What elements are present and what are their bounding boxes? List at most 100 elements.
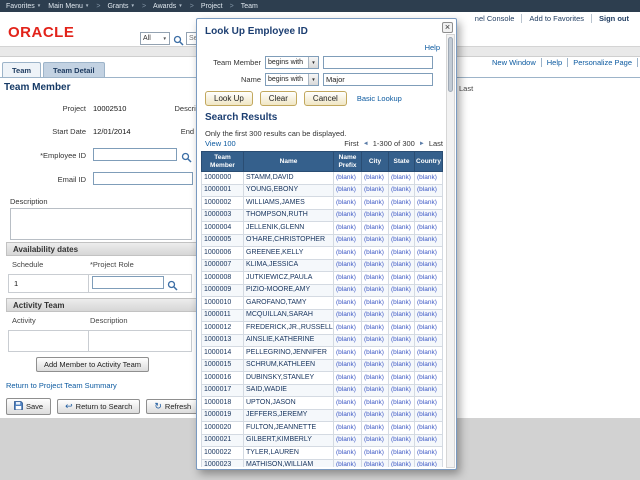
result-blank-cell[interactable]: (blank) — [334, 184, 362, 197]
breadcrumb-item[interactable]: Grants▼ — [107, 3, 134, 10]
refresh-button[interactable]: ↻ Refresh — [146, 399, 199, 414]
employee-id-lookup-icon[interactable] — [181, 150, 192, 168]
result-blank-cell[interactable]: (blank) — [334, 359, 362, 372]
page-pagination-last[interactable]: Last — [459, 84, 473, 93]
result-id-cell[interactable]: 1000023 — [202, 459, 244, 467]
result-blank-cell[interactable]: (blank) — [334, 247, 362, 260]
result-id-cell[interactable]: 1000012 — [202, 322, 244, 335]
result-blank-cell[interactable]: (blank) — [415, 459, 443, 467]
result-blank-cell[interactable]: (blank) — [362, 359, 389, 372]
result-blank-cell[interactable]: (blank) — [362, 459, 389, 467]
result-id-cell[interactable]: 1000011 — [202, 309, 244, 322]
help-link[interactable]: Help — [425, 43, 440, 52]
result-blank-cell[interactable]: (blank) — [362, 372, 389, 385]
result-blank-cell[interactable]: (blank) — [415, 384, 443, 397]
result-blank-cell[interactable]: (blank) — [389, 259, 415, 272]
view-100-link[interactable]: View 100 — [205, 139, 236, 148]
result-id-cell[interactable]: 1000003 — [202, 209, 244, 222]
result-id-cell[interactable]: 1000004 — [202, 222, 244, 235]
result-blank-cell[interactable]: (blank) — [415, 197, 443, 210]
pagebar-link[interactable]: New Window — [487, 58, 542, 67]
result-blank-cell[interactable]: (blank) — [362, 222, 389, 235]
column-header-name[interactable]: Name — [244, 152, 334, 172]
result-blank-cell[interactable]: (blank) — [389, 434, 415, 447]
result-blank-cell[interactable]: (blank) — [334, 447, 362, 460]
result-blank-cell[interactable]: (blank) — [389, 447, 415, 460]
result-blank-cell[interactable]: (blank) — [334, 222, 362, 235]
result-blank-cell[interactable]: (blank) — [415, 309, 443, 322]
last-link[interactable]: Last — [429, 139, 443, 148]
pagebar-link[interactable]: Help — [542, 58, 568, 67]
result-blank-cell[interactable]: (blank) — [362, 247, 389, 260]
result-name-cell[interactable]: YOUNG,EBONY — [244, 184, 334, 197]
result-blank-cell[interactable]: (blank) — [362, 384, 389, 397]
employee-id-input[interactable] — [93, 148, 177, 161]
column-header-country[interactable]: Country — [415, 152, 443, 172]
header-link[interactable]: Add to Favorites — [521, 14, 591, 23]
result-name-cell[interactable]: SCHRUM,KATHLEEN — [244, 359, 334, 372]
result-blank-cell[interactable]: (blank) — [334, 172, 362, 185]
result-blank-cell[interactable]: (blank) — [415, 334, 443, 347]
result-name-cell[interactable]: KLIMA,JESSICA — [244, 259, 334, 272]
result-blank-cell[interactable]: (blank) — [334, 322, 362, 335]
result-name-cell[interactable]: GAROFANO,TAMY — [244, 297, 334, 310]
result-id-cell[interactable]: 1000010 — [202, 297, 244, 310]
result-name-cell[interactable]: TYLER,LAUREN — [244, 447, 334, 460]
tab-team-detail[interactable]: Team Detail — [43, 62, 105, 78]
result-blank-cell[interactable]: (blank) — [415, 184, 443, 197]
result-blank-cell[interactable]: (blank) — [334, 459, 362, 467]
project-role-lookup-icon[interactable] — [167, 278, 178, 296]
result-blank-cell[interactable]: (blank) — [415, 247, 443, 260]
result-blank-cell[interactable]: (blank) — [389, 334, 415, 347]
result-name-cell[interactable]: JELLENIK,GLENN — [244, 222, 334, 235]
breadcrumb-item[interactable]: Team — [241, 3, 258, 10]
result-blank-cell[interactable]: (blank) — [415, 434, 443, 447]
result-blank-cell[interactable]: (blank) — [389, 184, 415, 197]
result-id-cell[interactable]: 1000001 — [202, 184, 244, 197]
first-link[interactable]: First — [344, 139, 359, 148]
result-id-cell[interactable]: 1000015 — [202, 359, 244, 372]
result-blank-cell[interactable]: (blank) — [334, 197, 362, 210]
result-blank-cell[interactable]: (blank) — [415, 347, 443, 360]
breadcrumb-item[interactable]: Project — [201, 3, 223, 10]
result-blank-cell[interactable]: (blank) — [415, 359, 443, 372]
result-name-cell[interactable]: WILLIAMS,JAMES — [244, 197, 334, 210]
result-id-cell[interactable]: 1000013 — [202, 334, 244, 347]
result-blank-cell[interactable]: (blank) — [334, 234, 362, 247]
result-name-cell[interactable]: PIZIO-MOORE,AMY — [244, 284, 334, 297]
result-id-cell[interactable]: 1000016 — [202, 372, 244, 385]
result-blank-cell[interactable]: (blank) — [389, 247, 415, 260]
result-blank-cell[interactable]: (blank) — [362, 409, 389, 422]
result-blank-cell[interactable]: (blank) — [362, 322, 389, 335]
result-blank-cell[interactable]: (blank) — [334, 284, 362, 297]
column-header-state[interactable]: State — [389, 152, 415, 172]
result-blank-cell[interactable]: (blank) — [389, 359, 415, 372]
result-blank-cell[interactable]: (blank) — [334, 397, 362, 410]
result-name-cell[interactable]: FREDERICK,JR.,RUSSELL — [244, 322, 334, 335]
description-textarea[interactable] — [10, 208, 192, 240]
basic-lookup-link[interactable]: Basic Lookup — [357, 94, 402, 103]
result-blank-cell[interactable]: (blank) — [389, 397, 415, 410]
look-up-button[interactable]: Look Up — [205, 91, 253, 106]
previous-page-icon[interactable]: ◄ — [363, 141, 369, 147]
result-id-cell[interactable]: 1000005 — [202, 234, 244, 247]
breadcrumb-item[interactable]: Favorites▼ — [6, 3, 41, 10]
result-blank-cell[interactable]: (blank) — [334, 209, 362, 222]
scrollbar-thumb[interactable] — [448, 37, 453, 92]
result-blank-cell[interactable]: (blank) — [362, 284, 389, 297]
result-blank-cell[interactable]: (blank) — [389, 309, 415, 322]
result-blank-cell[interactable]: (blank) — [362, 334, 389, 347]
result-blank-cell[interactable]: (blank) — [389, 347, 415, 360]
result-blank-cell[interactable]: (blank) — [334, 334, 362, 347]
result-name-cell[interactable]: MCQUILLAN,SARAH — [244, 309, 334, 322]
result-blank-cell[interactable]: (blank) — [415, 172, 443, 185]
result-blank-cell[interactable]: (blank) — [415, 447, 443, 460]
result-name-cell[interactable]: GILBERT,KIMBERLY — [244, 434, 334, 447]
result-id-cell[interactable]: 1000017 — [202, 384, 244, 397]
result-blank-cell[interactable]: (blank) — [362, 309, 389, 322]
search-scope-select[interactable]: All ▼ — [140, 32, 170, 45]
result-blank-cell[interactable]: (blank) — [415, 397, 443, 410]
result-blank-cell[interactable]: (blank) — [415, 272, 443, 285]
close-icon[interactable]: × — [442, 22, 453, 33]
result-id-cell[interactable]: 1000014 — [202, 347, 244, 360]
